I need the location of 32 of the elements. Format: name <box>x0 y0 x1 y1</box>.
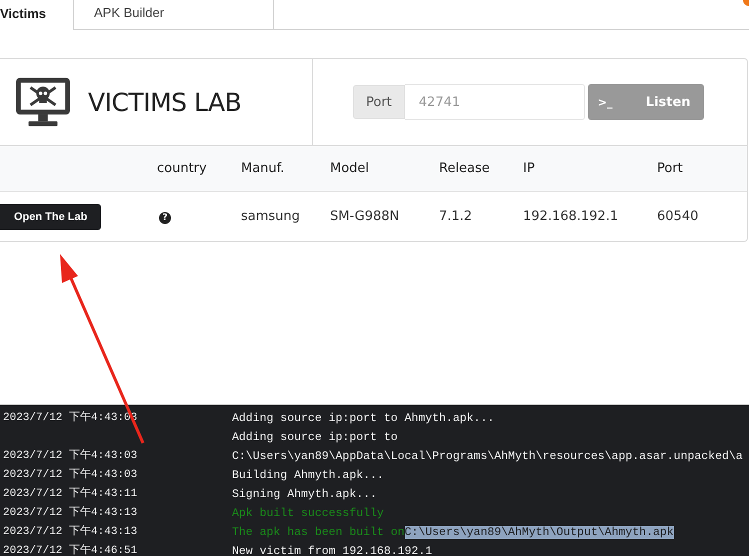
column-header: Model <box>330 161 370 176</box>
table-cell-text: samsung <box>241 209 301 224</box>
monitor-skull-icon <box>14 76 72 128</box>
log-time: 2023/7/12 下午4:43:13 <box>2 505 138 521</box>
table-cell-text: 7.1.2 <box>439 209 474 224</box>
column-header: country <box>157 161 208 176</box>
log-message: Building Ahmyth.apk... <box>232 468 385 484</box>
port-label: Port <box>353 85 405 119</box>
log-time: 2023/7/12 下午4:43:13 <box>2 524 138 540</box>
port-field[interactable]: 42741 <box>404 84 585 120</box>
log-message: Adding source ip:port to C:\Users\yan89\AppData\Local\Programs\AhMyth\resources\app.asar.unpacked\a <box>232 430 744 465</box>
log-message: Signing Ahmyth.apk... <box>232 487 378 503</box>
log-message: Apk built successfully <box>232 506 385 522</box>
column-header: Manuf. <box>241 161 286 176</box>
log-message: The apk has been built onC:\Users\yan89\AhMyth\Output\Ahmyth.apk <box>232 525 675 541</box>
column-header: IP <box>523 161 536 176</box>
lab-title: VICTIMS LAB <box>88 88 242 116</box>
table-cell-text: 192.168.192.1 <box>523 209 620 224</box>
log-time: 2023/7/12 下午4:46:51 <box>2 543 138 556</box>
log-time: 2023/7/12 下午4:43:03 <box>2 467 138 483</box>
table-cell-text: 60540 <box>657 209 700 224</box>
log-time: 2023/7/12 下午4:43:11 <box>2 486 138 502</box>
log-time: 2023/7/12 下午4:43:03 <box>2 448 138 464</box>
column-header: Port <box>657 161 684 176</box>
open-lab-button[interactable]: Open The Lab <box>0 204 102 230</box>
question-icon: ? <box>159 212 171 224</box>
log-message: Adding source ip:port to Ahmyth.apk... <box>232 411 496 427</box>
table-cell-text: SM-G988N <box>330 209 400 224</box>
column-header: Release <box>439 161 491 176</box>
tab[interactable]: APK Builder <box>74 0 274 30</box>
tab[interactable]: Victims <box>0 0 74 30</box>
log-message: New victim from 192.168.192.1 <box>232 544 434 556</box>
